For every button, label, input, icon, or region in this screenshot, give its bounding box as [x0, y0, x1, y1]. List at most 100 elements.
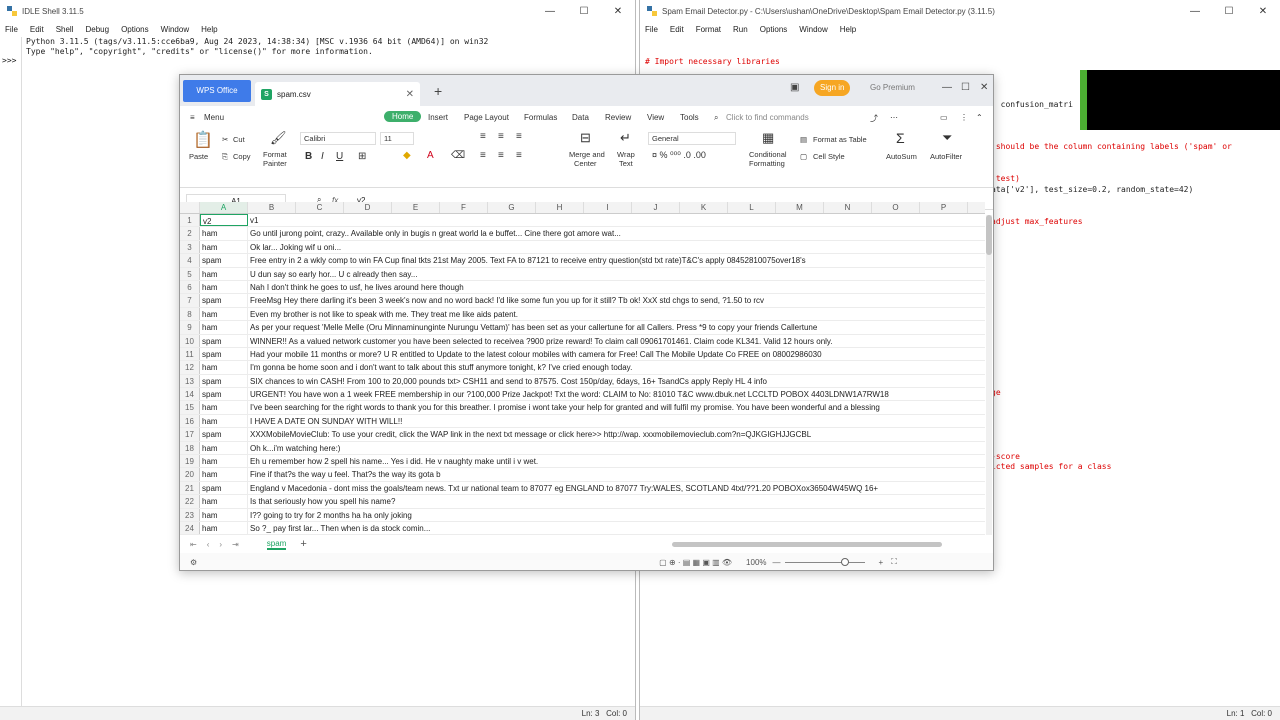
row-number[interactable]: 9: [180, 321, 200, 334]
search-icon[interactable]: ⌕: [714, 113, 718, 123]
cell-label[interactable]: spam: [200, 334, 248, 347]
cell-message[interactable]: U dun say so early hor... U c already th…: [248, 268, 985, 280]
fill-color-icon[interactable]: ◆: [403, 150, 411, 161]
cell-message[interactable]: As per your request 'Melle Melle (Oru Mi…: [248, 321, 985, 333]
vertical-scrollbar[interactable]: [986, 215, 992, 535]
cut-icon[interactable]: ✂: [222, 135, 228, 144]
go-premium-link[interactable]: Go Premium: [870, 83, 915, 92]
menu-edit[interactable]: Edit: [30, 25, 44, 34]
row-number[interactable]: 12: [180, 361, 200, 374]
format-as-table-icon[interactable]: ▤: [800, 135, 807, 144]
cell-label[interactable]: ham: [200, 495, 248, 508]
column-header[interactable]: K: [680, 202, 728, 213]
cell-label[interactable]: ham: [200, 307, 248, 321]
cell-message[interactable]: XXXMobileMovieClub: To use your credit, …: [248, 428, 985, 440]
close-tab-icon[interactable]: ✕: [406, 89, 414, 100]
cell-message[interactable]: Nah I don't think he goes to usf, he liv…: [248, 281, 985, 293]
add-sheet-icon[interactable]: +: [300, 538, 306, 550]
format-painter-label-1[interactable]: Format: [263, 150, 287, 159]
maximize-icon[interactable]: ☐: [567, 6, 601, 17]
row-number[interactable]: 19: [180, 455, 200, 468]
cell-message[interactable]: Eh u remember how 2 spell his name... Ye…: [248, 455, 985, 467]
conditional-formatting-label-2[interactable]: Formatting: [749, 159, 785, 168]
cell-message[interactable]: So ?_ pay first lar... Then when is da s…: [248, 522, 985, 534]
prev-sheet-icon[interactable]: ‹: [207, 540, 210, 549]
column-header[interactable]: L: [728, 202, 776, 213]
menu-file[interactable]: File: [5, 25, 18, 34]
close-icon[interactable]: ✕: [601, 6, 635, 17]
menu-help[interactable]: Help: [201, 25, 217, 34]
cell-message[interactable]: v1: [248, 214, 985, 226]
ribbon-tab-page-layout[interactable]: Page Layout: [464, 113, 509, 122]
cell-style-icon[interactable]: ▢: [800, 152, 807, 161]
menu-shell[interactable]: Shell: [56, 25, 74, 34]
horizontal-scrollbar[interactable]: [672, 542, 942, 547]
wrap-text-icon[interactable]: ↵: [620, 130, 631, 146]
row-number[interactable]: 11: [180, 347, 200, 361]
underline-icon[interactable]: U: [336, 151, 343, 162]
ribbon-tab-insert[interactable]: Insert: [428, 113, 448, 122]
cell-label[interactable]: spam: [200, 374, 248, 388]
column-header[interactable]: J: [632, 202, 680, 213]
copy-icon[interactable]: ⎘: [222, 152, 228, 162]
window-layout-icon[interactable]: ▣: [790, 82, 799, 93]
row-number[interactable]: 6: [180, 280, 200, 294]
cell-label[interactable]: ham: [200, 280, 248, 294]
fullscreen-icon[interactable]: ⛶: [891, 557, 897, 567]
merge-center-label-1[interactable]: Merge and: [569, 150, 605, 159]
more-icon[interactable]: ⋯: [890, 113, 898, 122]
column-header[interactable]: F: [440, 202, 488, 213]
menu-file[interactable]: File: [645, 25, 658, 34]
cell-label[interactable]: ham: [200, 401, 248, 414]
column-header[interactable]: D: [344, 202, 392, 213]
minimize-icon[interactable]: —: [1178, 6, 1212, 17]
collapse-ribbon-icon[interactable]: ⌃: [976, 113, 983, 122]
sheet-tab-spam[interactable]: spam: [266, 539, 287, 550]
bold-icon[interactable]: B: [305, 151, 312, 162]
cell-label[interactable]: spam: [200, 481, 248, 495]
next-sheet-icon[interactable]: ›: [219, 540, 222, 549]
new-tab-icon[interactable]: +: [434, 83, 442, 99]
ribbon-tab-home[interactable]: Home: [384, 111, 422, 122]
spreadsheet-grid[interactable]: A B C D E F G H I J K L M N O P 1 v2 v1 2 ha…: [180, 202, 985, 536]
comment-icon[interactable]: ▭: [940, 113, 948, 122]
column-header[interactable]: C: [296, 202, 344, 213]
cell-message[interactable]: FreeMsg Hey there darling it's been 3 we…: [248, 294, 985, 306]
column-header[interactable]: N: [824, 202, 872, 213]
minimize-icon[interactable]: —: [942, 82, 952, 93]
wps-home-tab[interactable]: WPS Office: [183, 79, 251, 102]
menu-options[interactable]: Options: [121, 25, 149, 34]
cell-label[interactable]: ham: [200, 468, 248, 481]
row-number[interactable]: 8: [180, 307, 200, 321]
close-icon[interactable]: ✕: [1246, 6, 1280, 17]
align-right-icon[interactable]: ≡: [516, 150, 522, 161]
cell-message[interactable]: Even my brother is not like to speak wit…: [248, 308, 985, 320]
row-number[interactable]: 13: [180, 374, 200, 388]
column-header[interactable]: G: [488, 202, 536, 213]
menu-window[interactable]: Window: [161, 25, 189, 34]
number-format-icons[interactable]: ¤ % ⁰⁰⁰ .0 .00: [652, 150, 706, 161]
ribbon-tab-review[interactable]: Review: [605, 113, 631, 122]
align-center-icon[interactable]: ≡: [498, 150, 504, 161]
cell-label[interactable]: spam: [200, 254, 248, 267]
maximize-icon[interactable]: ☐: [1212, 6, 1246, 17]
font-size-select[interactable]: 11: [380, 132, 414, 145]
cell-label[interactable]: ham: [200, 414, 248, 428]
ribbon-tab-formulas[interactable]: Formulas: [524, 113, 557, 122]
cell-message[interactable]: Is that seriously how you spell his name…: [248, 495, 985, 507]
autosum-button[interactable]: AutoSum: [886, 152, 917, 161]
cell-message[interactable]: I?? going to try for 2 months ha ha only…: [248, 509, 985, 521]
cell-message[interactable]: URGENT! You have won a 1 week FREE membe…: [248, 388, 985, 400]
autofilter-icon[interactable]: ⏷: [942, 130, 952, 146]
cell-label[interactable]: ham: [200, 267, 248, 280]
conditional-formatting-icon[interactable]: ▦: [762, 130, 774, 146]
row-number[interactable]: 15: [180, 401, 200, 414]
last-sheet-icon[interactable]: ⇥: [232, 540, 239, 549]
zoom-in-icon[interactable]: +: [879, 558, 884, 567]
row-number[interactable]: 3: [180, 240, 200, 254]
autosum-icon[interactable]: Σ: [896, 130, 905, 146]
cell-message[interactable]: Ok lar... Joking wif u oni...: [248, 241, 985, 253]
cell-message[interactable]: WINNER!! As a valued network customer yo…: [248, 335, 985, 347]
cell-label[interactable]: ham: [200, 240, 248, 254]
paste-button[interactable]: Paste: [189, 152, 208, 161]
